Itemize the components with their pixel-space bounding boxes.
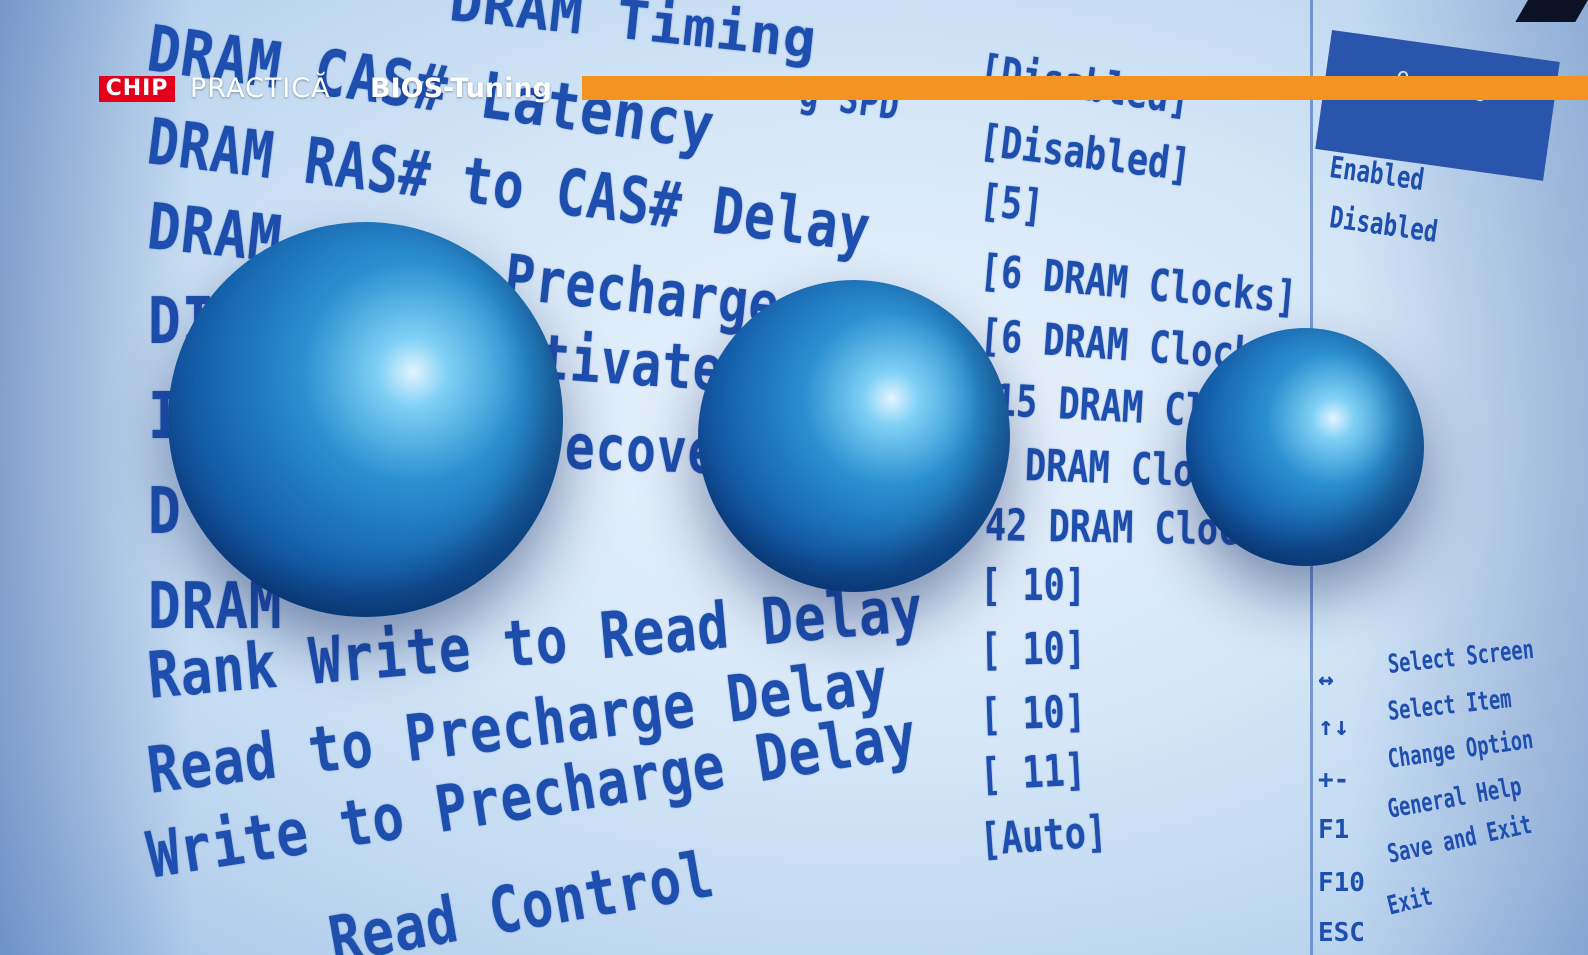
bios-row-label: D <box>148 475 182 549</box>
help-key: +- <box>1318 765 1350 795</box>
help-text: Change Option <box>1385 724 1536 775</box>
bios-row-fragment: ecove <box>563 410 720 489</box>
bios-row-value: [ 10] <box>980 560 1086 611</box>
help-text: Select Screen <box>1386 634 1536 680</box>
help-key: ESC <box>1318 918 1365 948</box>
bios-row-value: [5] <box>977 175 1046 233</box>
help-key: ↔ <box>1318 665 1334 695</box>
option-disabled[interactable]: Disabled <box>1328 200 1440 250</box>
bios-row-value: [6 DRAM Clocks] <box>977 245 1299 324</box>
bios-row-value: [Auto] <box>978 806 1109 866</box>
header-accent-bar <box>582 76 1588 100</box>
bios-row-value: [ 10] <box>979 623 1087 676</box>
section-title: PRACTICĂ <box>190 73 331 104</box>
help-text: Exit <box>1384 881 1436 922</box>
help-text: Select Item <box>1386 684 1513 727</box>
corner-shadow <box>1515 0 1588 22</box>
bios-row-value: [ 10] <box>979 686 1087 741</box>
sphere-large <box>168 222 563 617</box>
bios-row-fragment: tivate <box>537 320 727 406</box>
help-key: F10 <box>1318 868 1365 898</box>
sphere-medium <box>698 280 1010 592</box>
help-key: F1 <box>1318 815 1350 845</box>
topic-title: BIOS-Tuning <box>370 73 552 104</box>
bios-row-value: [ 11] <box>978 744 1088 801</box>
help-key: ↑↓ <box>1318 712 1350 742</box>
bios-screen-background: DRAM Timing DRAM CAS# Latency DRAM RAS# … <box>0 0 1588 955</box>
sphere-small <box>1186 328 1424 566</box>
chip-logo: CHIP <box>99 76 175 102</box>
